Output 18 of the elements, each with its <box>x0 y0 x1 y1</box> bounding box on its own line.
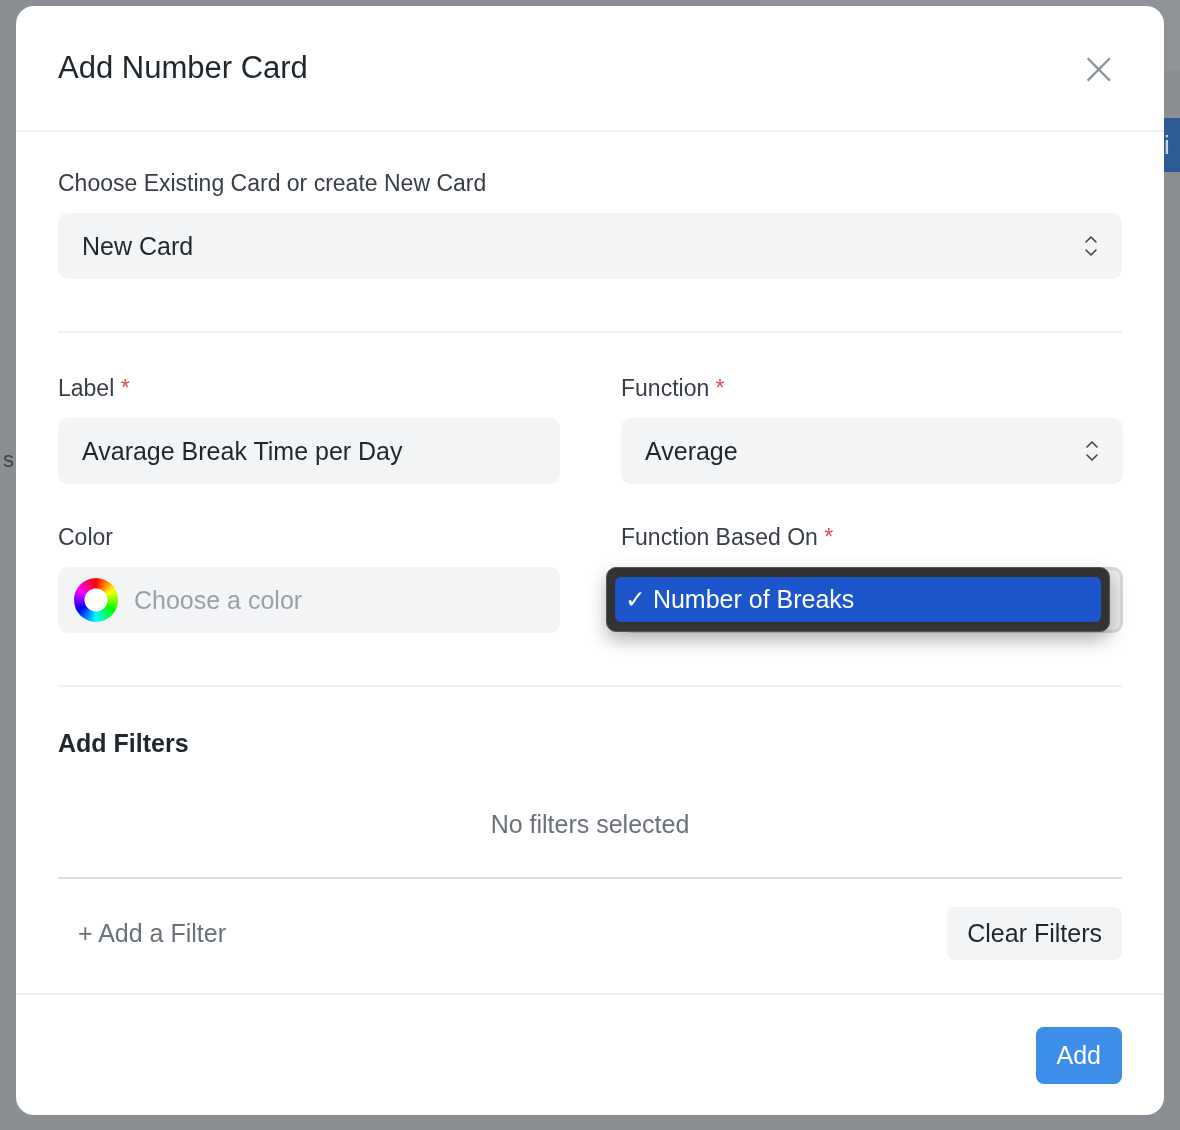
dialog-title: Add Number Card <box>58 50 308 86</box>
card-select[interactable]: New Card <box>58 213 1122 279</box>
clear-filters-button[interactable]: Clear Filters <box>947 907 1122 960</box>
dropdown-option[interactable]: ✓ Number of Breaks <box>615 577 1101 622</box>
add-filter-link[interactable]: + Add a Filter <box>58 919 226 948</box>
field-label: Color <box>58 524 114 551</box>
field-label: Function * <box>621 375 726 402</box>
empty-message: No filters selected <box>489 810 691 839</box>
chevron-icon <box>1084 233 1098 259</box>
field-label: Label * <box>58 375 131 402</box>
label-input[interactable]: Avarage Break Time per Day <box>58 418 560 484</box>
background-text: s <box>3 447 14 473</box>
field-label: Function Based On * <box>621 524 835 551</box>
color-input[interactable]: Choose a color <box>58 567 560 633</box>
field-label: Choose Existing Card or create New Card <box>58 170 488 197</box>
function-select[interactable]: Average <box>621 418 1123 484</box>
chevron-icon <box>1085 438 1099 464</box>
section-title: Add Filters <box>58 729 190 758</box>
